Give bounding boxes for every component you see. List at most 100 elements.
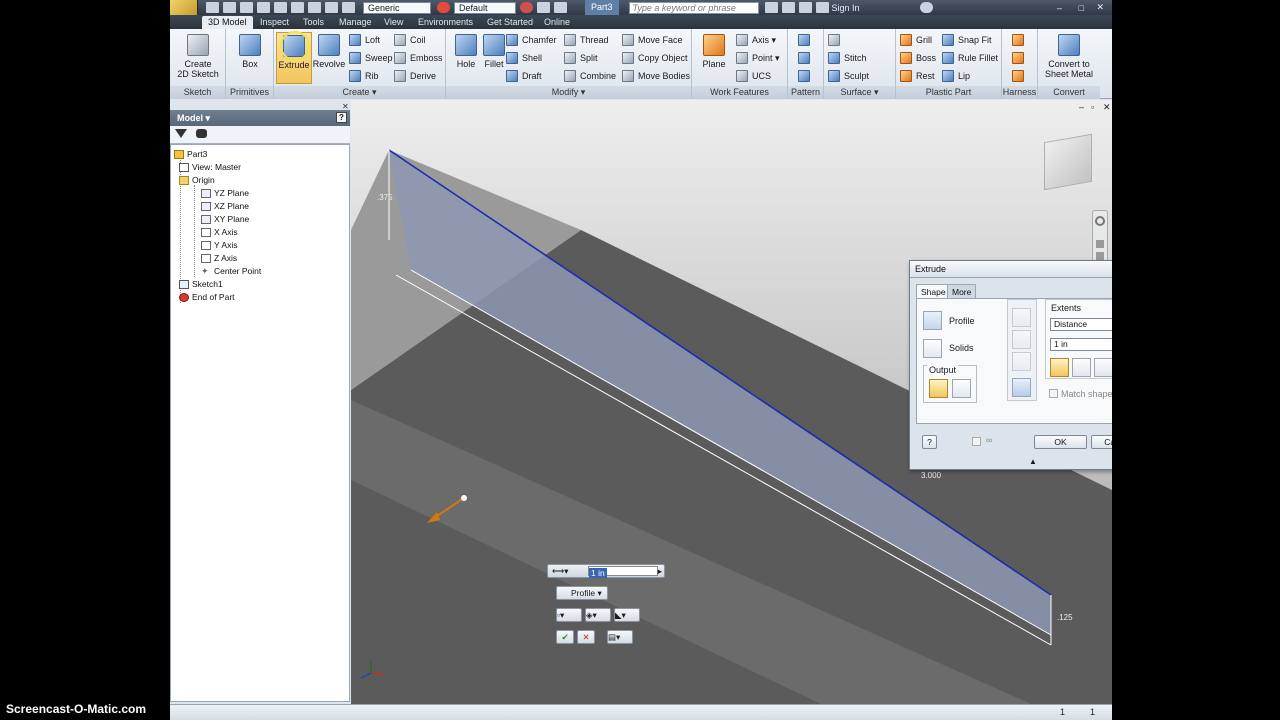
viewport-close-icon[interactable]: ✕: [1103, 103, 1112, 112]
undo-icon[interactable]: [257, 2, 270, 13]
output-dropdown[interactable]: ▫▾: [556, 608, 582, 622]
dialog-help-button[interactable]: ?: [922, 435, 937, 449]
ok-check-button[interactable]: ✔: [556, 630, 574, 644]
clear-appearance-icon[interactable]: [520, 2, 533, 13]
copy-object-button[interactable]: Copy Object: [622, 50, 688, 66]
box-button[interactable]: Box: [232, 32, 268, 84]
cut-button[interactable]: [1012, 330, 1031, 349]
color-icon[interactable]: [437, 2, 450, 13]
zoom-icon[interactable]: [1096, 252, 1104, 260]
coil-button[interactable]: Coil: [394, 32, 426, 48]
derive-button[interactable]: Derive: [394, 68, 436, 84]
steering-wheel-icon[interactable]: [1095, 216, 1105, 226]
sculpt-button[interactable]: Sculpt: [828, 68, 869, 84]
boss-button[interactable]: Boss: [900, 50, 936, 66]
modify-panel-title[interactable]: Modify ▾: [446, 86, 691, 99]
expand-dialog-icon[interactable]: ▲: [1029, 457, 1037, 466]
point-button[interactable]: Point ▾: [736, 50, 780, 66]
help-icon[interactable]: [919, 2, 933, 13]
revolve-button[interactable]: Revolve: [311, 32, 347, 84]
viewport-minimize-icon[interactable]: –: [1079, 103, 1088, 112]
tab-online[interactable]: Online: [538, 16, 576, 29]
ucs-button[interactable]: UCS: [736, 68, 771, 84]
axis-button[interactable]: Axis ▾: [736, 32, 776, 48]
emboss-button[interactable]: Emboss: [394, 50, 443, 66]
create-2d-sketch-button[interactable]: Create 2D Sketch: [176, 32, 220, 84]
move-face-button[interactable]: Move Face: [622, 32, 683, 48]
return-icon[interactable]: [308, 2, 321, 13]
draft-button[interactable]: Draft: [506, 68, 542, 84]
thread-button[interactable]: Thread: [564, 32, 609, 48]
stitch-button[interactable]: Stitch: [828, 50, 867, 66]
rib-button[interactable]: Rib: [349, 68, 379, 84]
sweep-button[interactable]: Sweep: [349, 50, 393, 66]
move-bodies-button[interactable]: Move Bodies: [622, 68, 690, 84]
tree-item-center-point[interactable]: ✦ Center Point: [201, 265, 261, 278]
profile-select-icon[interactable]: [923, 311, 942, 330]
create-panel-title[interactable]: Create ▾: [274, 86, 445, 99]
tab-get-started[interactable]: Get Started: [481, 16, 539, 29]
operation-dropdown[interactable]: ◈▾: [585, 608, 611, 622]
symmetric-button[interactable]: [1094, 358, 1112, 377]
viewport-restore-icon[interactable]: ▫: [1091, 103, 1100, 112]
match-shape-checkbox[interactable]: [1049, 389, 1058, 398]
subscription-icon[interactable]: [781, 2, 795, 13]
appearance-dropdown[interactable]: Generic: [363, 1, 431, 14]
viewcube[interactable]: [1044, 133, 1092, 191]
surface-output-button[interactable]: [952, 379, 971, 398]
snap-fit-button[interactable]: Snap Fit: [942, 32, 992, 48]
update-icon[interactable]: [325, 2, 338, 13]
distance-field[interactable]: 1 in▸: [1050, 338, 1112, 351]
harness-button-1[interactable]: [1012, 32, 1028, 48]
loft-button[interactable]: Loft: [349, 32, 380, 48]
maximize-icon[interactable]: □: [1079, 3, 1084, 13]
direction-dropdown[interactable]: ◣▾: [614, 608, 640, 622]
extrude-dialog-title[interactable]: Extrude: [910, 261, 1112, 278]
intersect-button[interactable]: [1012, 352, 1031, 371]
redo-icon[interactable]: [274, 2, 287, 13]
tab-more[interactable]: More: [947, 284, 977, 298]
distance-input[interactable]: 1 in: [588, 566, 658, 578]
direction-1-button[interactable]: [1050, 358, 1069, 377]
chamfer-button[interactable]: Chamfer: [506, 32, 557, 48]
tab-inspect[interactable]: Inspect: [254, 16, 295, 29]
rectangular-pattern-button[interactable]: [798, 32, 814, 48]
new-solid-button[interactable]: [1012, 378, 1031, 397]
minimize-icon[interactable]: –: [1057, 3, 1062, 13]
split-button[interactable]: Split: [564, 50, 598, 66]
extents-dropdown[interactable]: Distance▼: [1050, 318, 1112, 331]
close-window-icon[interactable]: ✕: [1096, 2, 1104, 13]
rest-button[interactable]: Rest: [900, 68, 935, 84]
open-icon[interactable]: [223, 2, 236, 13]
thicken-button[interactable]: [828, 32, 844, 48]
tab-view[interactable]: View: [378, 16, 409, 29]
new-icon[interactable]: [206, 2, 219, 13]
binoculars-icon[interactable]: [764, 2, 778, 13]
tree-item-sketch1[interactable]: Sketch1: [179, 278, 223, 291]
filter-icon[interactable]: [175, 129, 187, 138]
preview-checkbox[interactable]: [972, 437, 981, 446]
tree-item-z-axis[interactable]: Z Axis: [201, 252, 237, 265]
tree-item-xz-plane[interactable]: XZ Plane: [201, 200, 249, 213]
fx-icon[interactable]: [537, 2, 550, 13]
direction-2-button[interactable]: [1072, 358, 1091, 377]
solid-output-button[interactable]: [929, 379, 948, 398]
grill-button[interactable]: Grill: [900, 32, 932, 48]
surface-panel-title[interactable]: Surface ▾: [824, 86, 895, 99]
harness-button-3[interactable]: [1012, 68, 1028, 84]
model-browser-header[interactable]: Model ▾ ?: [170, 110, 350, 126]
tab-tools[interactable]: Tools: [297, 16, 330, 29]
join-button[interactable]: [1012, 308, 1031, 327]
select-icon[interactable]: [342, 2, 355, 13]
mirror-button[interactable]: [798, 68, 814, 84]
user-icon[interactable]: [815, 2, 829, 13]
shell-button[interactable]: Shell: [506, 50, 542, 66]
convert-to-sheet-metal-button[interactable]: Convert to Sheet Metal: [1041, 32, 1097, 84]
tab-shape[interactable]: Shape: [916, 284, 951, 299]
plus-icon[interactable]: [554, 2, 567, 13]
harness-button-2[interactable]: [1012, 50, 1028, 66]
tree-item-origin[interactable]: Origin: [179, 174, 215, 187]
tree-item-x-axis[interactable]: X Axis: [201, 226, 238, 239]
tree-item-part[interactable]: Part3: [174, 148, 207, 161]
tab-environments[interactable]: Environments: [412, 16, 479, 29]
